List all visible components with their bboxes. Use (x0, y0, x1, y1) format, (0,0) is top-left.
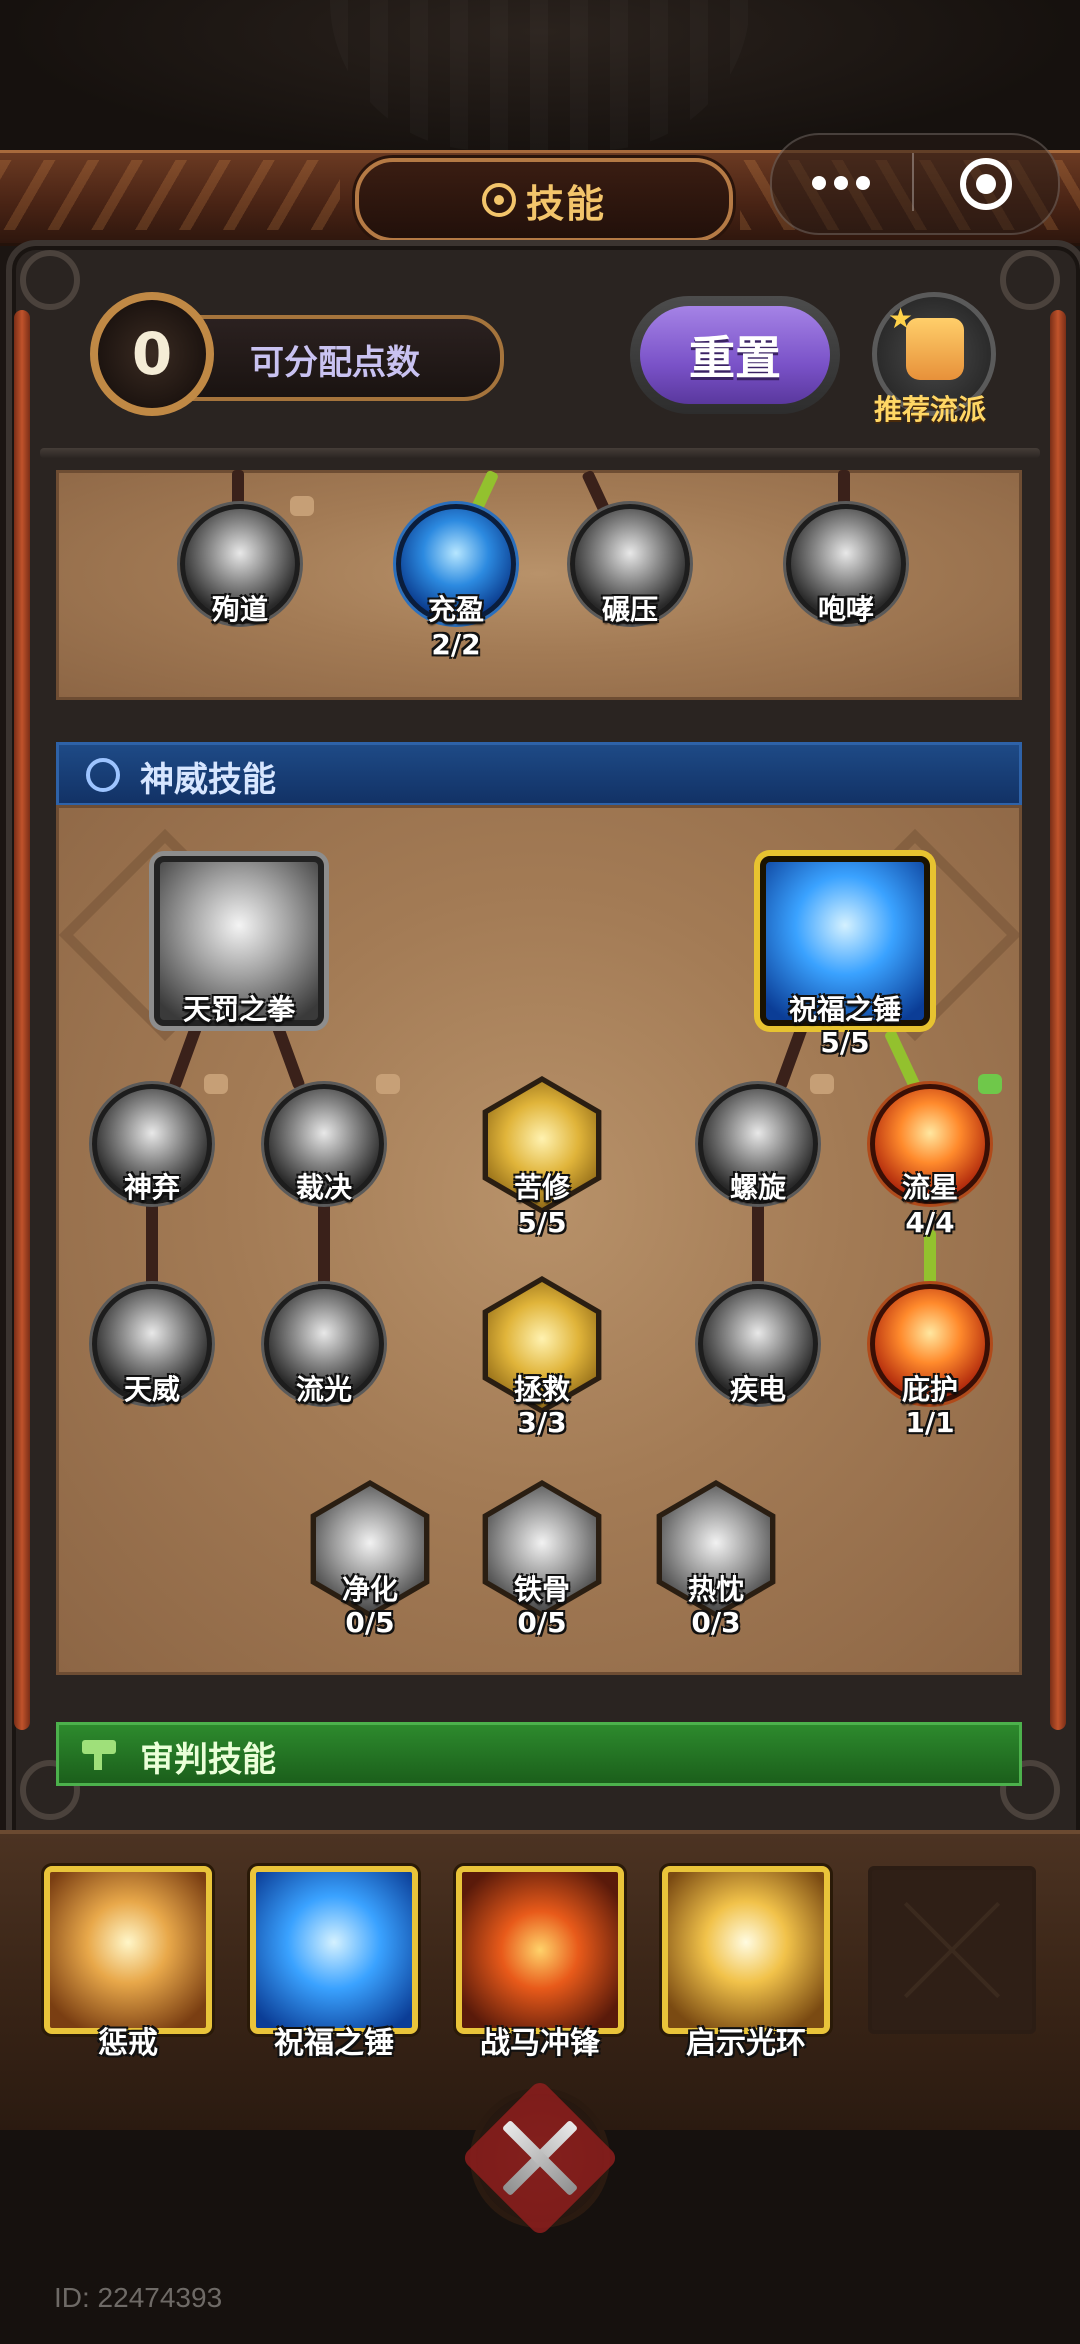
equipped-slot-empty[interactable] (868, 1866, 1036, 2034)
skill-label: 咆哮 (817, 593, 874, 626)
skill-label: 充盈 (427, 593, 484, 626)
skill-label: 疾电 (729, 1373, 786, 1406)
shirt-icon (204, 1074, 228, 1094)
skill-label: 碾压 (601, 593, 658, 626)
reset-button-label: 重置 (640, 306, 830, 404)
skill-label: 天罚之拳 (182, 993, 295, 1026)
skill-label: 净化 (341, 1573, 398, 1606)
hammer-icon (82, 1740, 124, 1770)
skill-label: 苦修 (513, 1171, 570, 1204)
points-value: 0 (90, 292, 214, 416)
equipped-slot-label: 启示光环 (686, 2026, 806, 2061)
connector-line (838, 470, 850, 506)
connector-line (318, 1200, 330, 1290)
more-dots-icon[interactable] (806, 170, 886, 194)
crossed-swords-close-icon (498, 2116, 582, 2200)
page-title: 技能 (525, 181, 606, 226)
skill-label: 裁决 (295, 1171, 352, 1204)
wheel-icon (481, 183, 516, 217)
equipped-slot-label: 惩戒 (98, 2026, 158, 2061)
capsule-divider (912, 153, 914, 211)
skill-label: 祝福之锤 (788, 993, 901, 1026)
shirt-icon (810, 1074, 834, 1094)
recommend-label: 推荐流派 (874, 393, 987, 426)
shirt-icon (376, 1074, 400, 1094)
skill-label: 神弃 (123, 1171, 180, 1204)
thumbs-up-icon (906, 318, 964, 380)
equipped-slot-zhufuzhichui[interactable] (250, 1866, 418, 2034)
swirl-icon (86, 758, 120, 792)
skill-level: 5/5 (517, 1206, 567, 1239)
equipped-slot-chengjie[interactable] (44, 1866, 212, 2034)
connector-line (232, 470, 244, 506)
corner-ornament (20, 250, 80, 310)
equipped-slot-label: 祝福之锤 (274, 2026, 394, 2061)
skill-label: 拯救 (513, 1373, 570, 1406)
points-label: 可分配点数 (250, 343, 420, 383)
skill-label: 庇护 (901, 1373, 958, 1406)
frame-rail-right (1050, 310, 1066, 1730)
skill-level: 3/3 (517, 1406, 567, 1439)
shirt-icon-active (978, 1074, 1002, 1094)
equipped-slot-zhanmachongfeng[interactable] (456, 1866, 624, 2034)
skill-label: 热忱 (687, 1573, 744, 1606)
frame-rail-left (14, 310, 30, 1730)
banner-decoration-left (0, 160, 340, 230)
close-target-icon[interactable] (960, 158, 1012, 210)
skill-label: 流光 (295, 1373, 352, 1406)
skill-level: 0/5 (345, 1606, 395, 1639)
skill-label: 殉道 (211, 593, 268, 626)
reset-button[interactable]: 重置 (630, 296, 840, 414)
skill-level: 0/5 (517, 1606, 567, 1639)
skill-label: 天威 (123, 1373, 180, 1406)
title-plate: 技能 (355, 158, 733, 242)
star-icon: ★ (888, 302, 914, 335)
equipped-slot-label: 战马冲锋 (480, 2026, 600, 2061)
connector-line-active (924, 1230, 936, 1290)
skill-label: 铁骨 (513, 1573, 570, 1606)
skill-level: 2/2 (431, 628, 481, 661)
divider (40, 448, 1040, 458)
skill-level: 5/5 (820, 1026, 870, 1059)
connector-line (146, 1200, 158, 1290)
equipped-slot-qishiguanghuan[interactable] (662, 1866, 830, 2034)
section-title-judgement: 审判技能 (140, 1740, 276, 1780)
skill-label: 螺旋 (729, 1171, 786, 1204)
skill-label: 流星 (901, 1171, 958, 1204)
skill-level: 1/1 (905, 1406, 955, 1439)
corner-ornament (1000, 250, 1060, 310)
section-title-divine: 神威技能 (140, 760, 276, 800)
user-id: ID: 22474393 (54, 2282, 223, 2313)
skill-level: 4/4 (905, 1206, 955, 1239)
connector-line (752, 1200, 764, 1290)
skill-level: 0/3 (691, 1606, 741, 1639)
shirt-icon (290, 496, 314, 516)
